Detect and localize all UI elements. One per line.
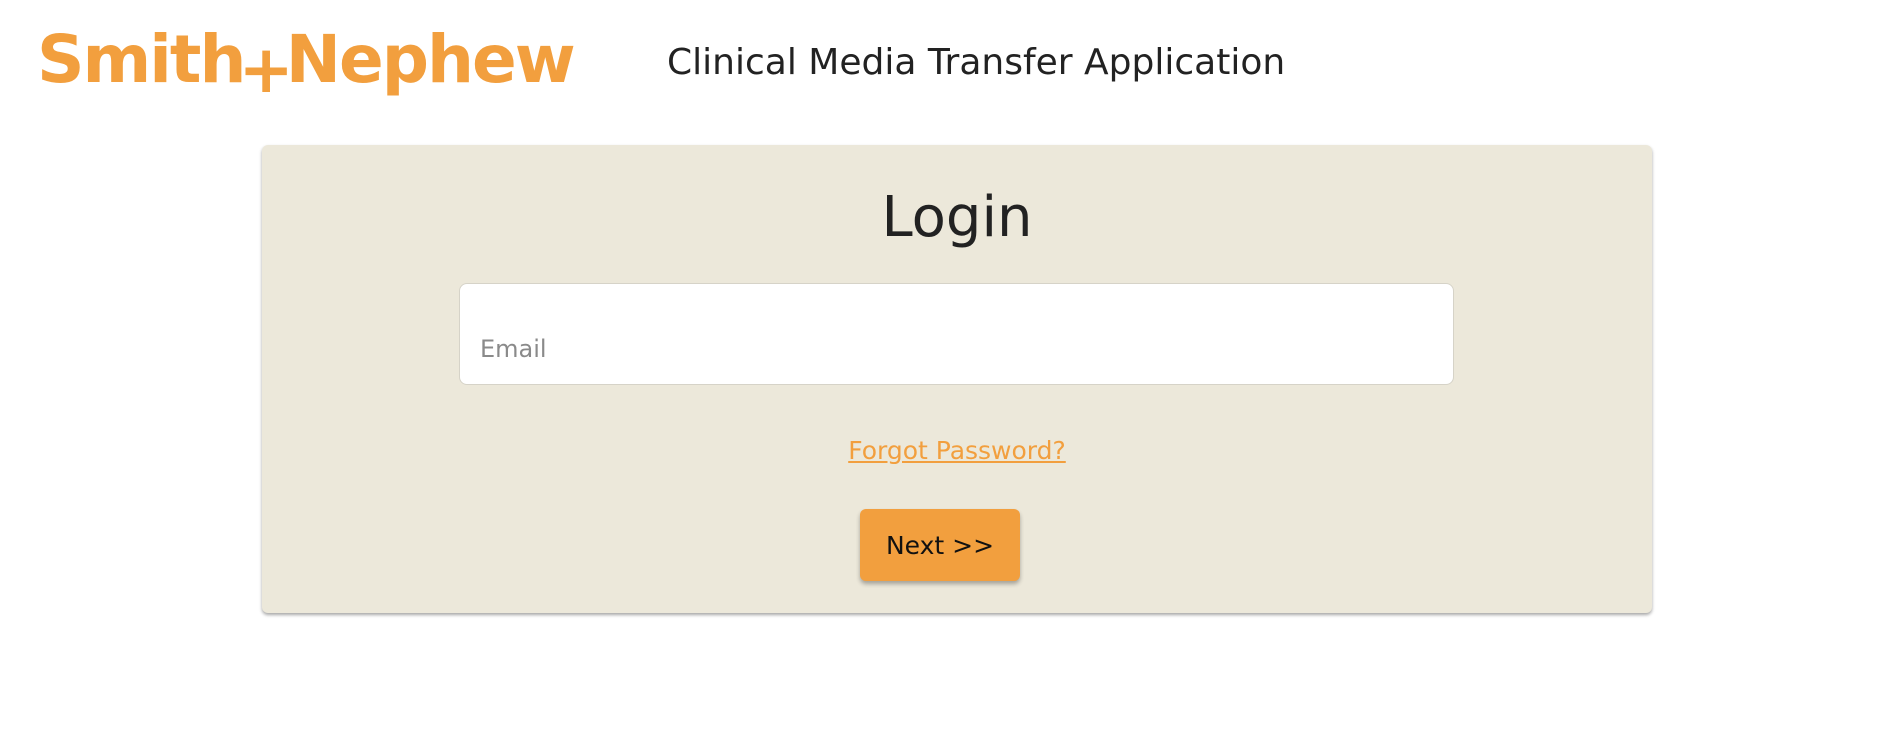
- next-button[interactable]: Next >>: [860, 509, 1020, 581]
- smith-nephew-logo: Smith+Nephew: [37, 18, 576, 108]
- app-title: Clinical Media Transfer Application: [667, 42, 1286, 83]
- logo-plus-icon: +: [238, 31, 293, 108]
- forgot-password-link[interactable]: Forgot Password?: [262, 434, 1652, 468]
- header: Smith+Nephew Clinical Media Transfer App…: [0, 0, 1898, 110]
- logo-text-smith: Smith: [37, 21, 246, 98]
- login-card: Login Forgot Password? Next >>: [262, 145, 1652, 613]
- login-heading: Login: [881, 185, 1033, 250]
- logo-text-nephew: Nephew: [285, 21, 576, 98]
- email-input[interactable]: [459, 283, 1454, 385]
